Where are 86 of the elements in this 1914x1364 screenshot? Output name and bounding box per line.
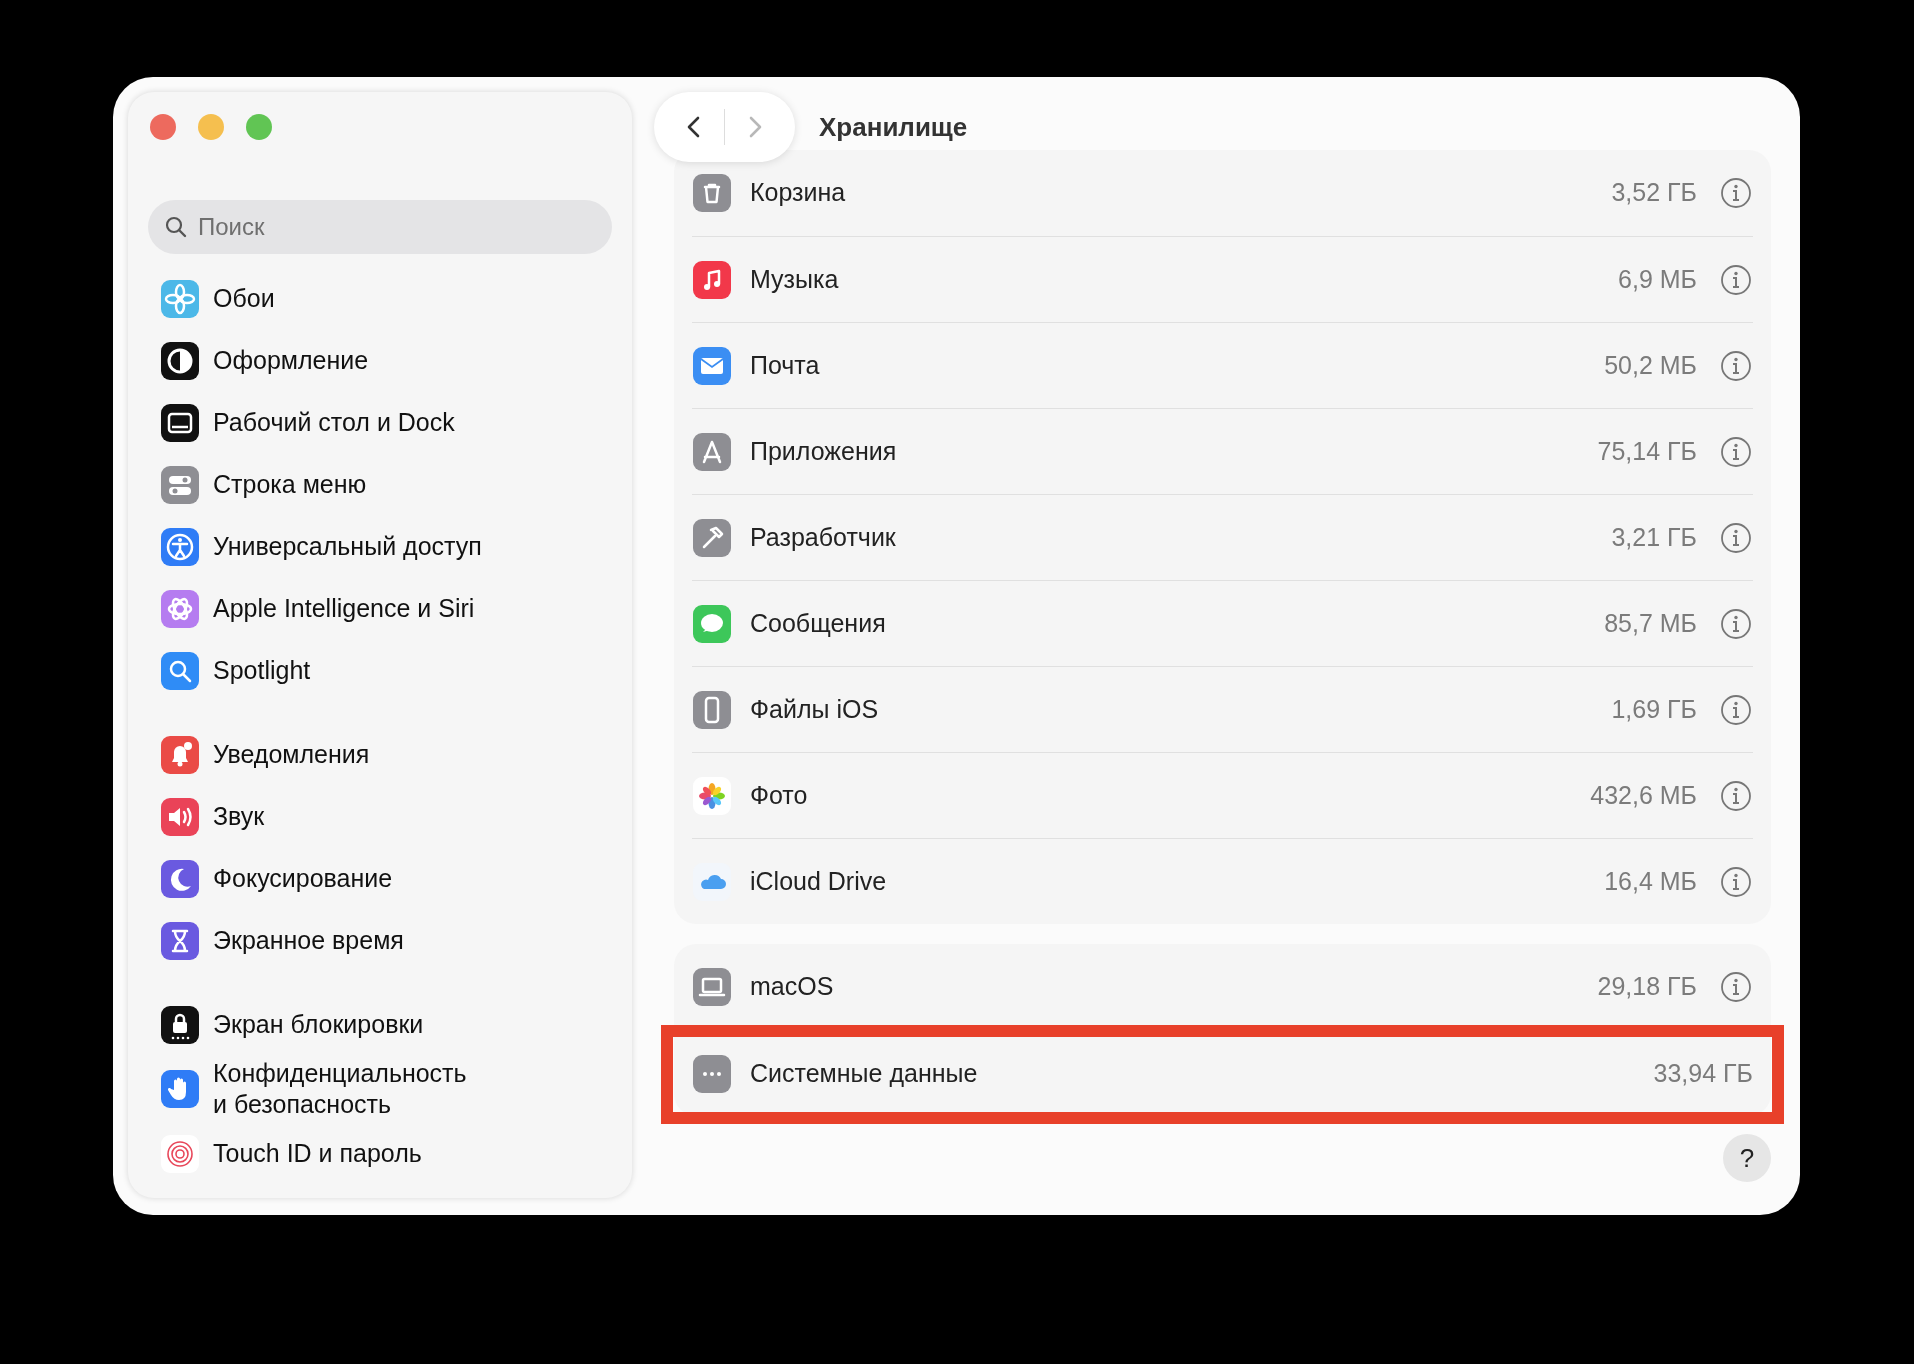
envelope-icon xyxy=(692,345,732,386)
dots-icon xyxy=(692,1053,732,1094)
fingerprint-icon xyxy=(160,1133,200,1174)
moon-icon xyxy=(160,859,200,899)
cloud-icon xyxy=(692,861,732,902)
window-icon xyxy=(160,403,200,443)
music-note-icon xyxy=(692,259,732,300)
sidebar-item[interactable]: Звук xyxy=(148,786,612,848)
info-icon xyxy=(1720,177,1752,209)
info-button[interactable] xyxy=(1719,262,1753,297)
bell-icon xyxy=(160,735,200,775)
category-name: Корзина xyxy=(750,177,847,209)
info-icon xyxy=(1720,435,1752,468)
sidebar-item[interactable]: Оформление xyxy=(148,330,612,392)
info-icon xyxy=(1720,263,1752,296)
info-button[interactable] xyxy=(1719,864,1753,899)
lock-icon xyxy=(160,1005,200,1045)
hand-icon xyxy=(160,1069,200,1110)
info-button[interactable] xyxy=(1719,176,1753,210)
category-size: 3,52 ГБ xyxy=(1611,177,1697,209)
category-size: 432,6 МБ xyxy=(1590,779,1697,811)
category-size: 33,94 ГБ xyxy=(1653,1057,1753,1089)
info-icon xyxy=(1720,349,1752,382)
category-size: 85,7 МБ xyxy=(1604,607,1697,639)
sidebar-item[interactable]: Рабочий стол и Dock xyxy=(148,392,612,454)
category-size: 16,4 МБ xyxy=(1604,865,1697,897)
info-icon xyxy=(1720,779,1752,812)
category-name: Системные данные xyxy=(750,1057,979,1089)
trash-icon xyxy=(692,173,732,213)
accessibility-icon xyxy=(160,527,200,567)
info-icon xyxy=(1720,607,1752,640)
category-name: Фото xyxy=(750,779,809,811)
laptop-icon xyxy=(692,967,732,1007)
sidebar-item[interactable]: Фокусирование xyxy=(148,848,612,910)
close-button[interactable] xyxy=(150,114,176,140)
sidebar-item[interactable]: Экран блокировки xyxy=(148,994,612,1056)
info-button[interactable] xyxy=(1719,970,1753,1004)
category-size: 6,9 МБ xyxy=(1618,263,1697,295)
sidebar-item[interactable]: Экранное время xyxy=(148,910,612,972)
toggle-icon xyxy=(160,465,200,505)
sidebar-item[interactable]: Уведомления xyxy=(148,724,612,786)
category-size: 3,21 ГБ xyxy=(1611,521,1697,553)
info-button[interactable] xyxy=(1719,692,1753,727)
category-name: Сообщения xyxy=(750,607,887,639)
category-name: Почта xyxy=(750,349,821,381)
category-size: 75,14 ГБ xyxy=(1597,435,1697,467)
search-input[interactable]: Поиск xyxy=(196,208,596,246)
category-name: iCloud Drive xyxy=(750,865,888,897)
info-button[interactable] xyxy=(1719,434,1753,469)
window-title: Хранилище xyxy=(819,110,968,144)
info-button[interactable] xyxy=(1719,778,1753,813)
category-name: Файлы iOS xyxy=(750,693,880,725)
search-icon xyxy=(164,215,188,239)
hourglass-icon xyxy=(160,921,200,961)
info-icon xyxy=(1720,693,1752,726)
info-icon xyxy=(1720,521,1752,554)
apps-icon xyxy=(692,431,732,472)
search-icon xyxy=(160,651,200,691)
category-size: 29,18 ГБ xyxy=(1597,971,1697,1003)
category-name: Разработчик xyxy=(750,521,897,553)
sidebar-item[interactable]: Конфиденциальность и безопасность xyxy=(148,1056,612,1123)
category-name: Приложения xyxy=(750,435,898,467)
info-button[interactable] xyxy=(1719,606,1753,641)
search-field[interactable]: Поиск xyxy=(148,200,612,254)
sidebar-item[interactable]: Apple Intelligence и Siri xyxy=(148,578,612,640)
flower-icon xyxy=(160,279,200,319)
info-icon xyxy=(1720,971,1752,1003)
phone-icon xyxy=(692,689,732,730)
info-button[interactable] xyxy=(1719,520,1753,555)
info-button[interactable] xyxy=(1719,348,1753,383)
category-size: 50,2 МБ xyxy=(1604,349,1697,381)
flower-icon xyxy=(692,775,732,816)
category-name: macOS xyxy=(750,971,835,1003)
hammer-icon xyxy=(692,517,732,558)
speech-bubble-icon xyxy=(692,603,732,644)
sidebar-item[interactable]: Универсальный доступ xyxy=(148,516,612,578)
help-button[interactable]: ? xyxy=(1723,1134,1771,1182)
category-size: 1,69 ГБ xyxy=(1611,693,1697,725)
sidebar-item[interactable]: Строка меню xyxy=(148,454,612,516)
speaker-icon xyxy=(160,797,200,837)
info-icon xyxy=(1720,865,1752,898)
sidebar-item[interactable]: Обои xyxy=(148,268,612,330)
category-name: Музыка xyxy=(750,263,840,295)
sidebar-item[interactable]: Touch ID и пароль xyxy=(148,1122,612,1185)
flower-icon xyxy=(160,589,200,629)
sidebar-item[interactable]: Spotlight xyxy=(148,640,612,702)
